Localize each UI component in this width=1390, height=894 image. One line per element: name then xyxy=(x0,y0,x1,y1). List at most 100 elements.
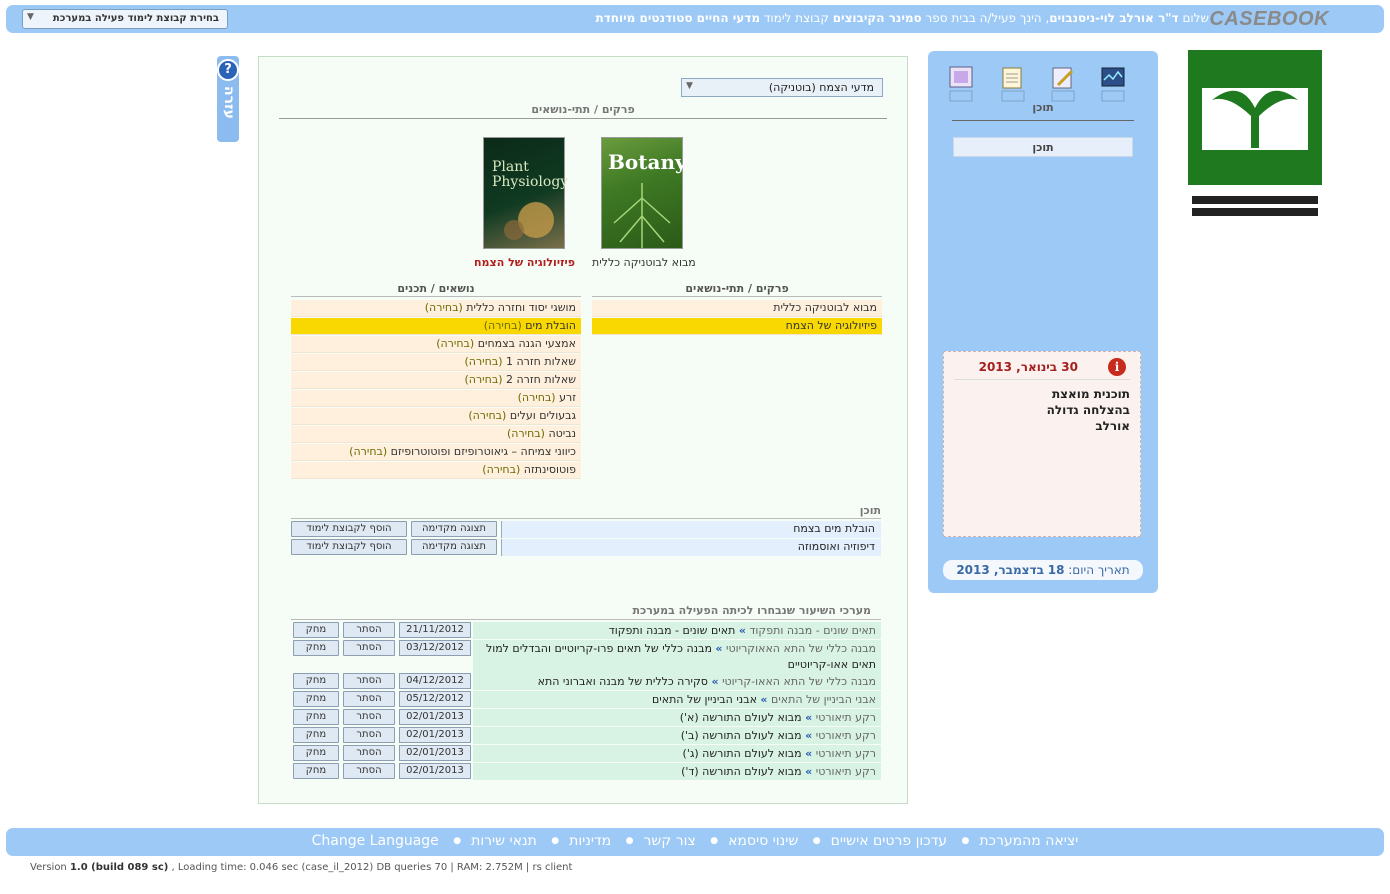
edit-icon[interactable] xyxy=(1050,65,1076,105)
select-link[interactable]: (בחירה) xyxy=(349,445,387,458)
footer-link-contact[interactable]: צור קשר xyxy=(644,833,696,849)
select-link[interactable]: (בחירה) xyxy=(518,391,556,404)
college-logo xyxy=(1180,48,1330,220)
chapter-item-selected[interactable]: פיזיולוגיה של הצמח xyxy=(592,318,882,335)
footer-link-policy[interactable]: מדיניות xyxy=(569,833,611,849)
lesson-row: תאים שונים - מבנה ותפקוד » תאים שונים - … xyxy=(291,622,881,640)
lesson-text[interactable]: רקע תיאורטי » מבוא לעולם התורשה (ג') xyxy=(473,745,881,762)
delete-button[interactable]: מחק xyxy=(293,691,339,707)
help-question-icon[interactable]: ? xyxy=(217,59,239,81)
topic-item[interactable]: פוטוסינתזה (בחירה) xyxy=(291,462,581,479)
hide-button[interactable]: הסתר xyxy=(343,745,395,761)
lesson-text[interactable]: מבנה כללי של התא האאוקריוטי » מבנה כללי … xyxy=(473,640,881,673)
delete-button[interactable]: מחק xyxy=(293,745,339,761)
select-link[interactable]: (בחירה) xyxy=(468,409,506,422)
divider xyxy=(291,518,881,519)
help-tab[interactable]: ? עזרה xyxy=(217,56,239,142)
book-cover-botany[interactable]: Botany xyxy=(601,137,687,249)
notepad-icon[interactable] xyxy=(1000,65,1026,105)
divider xyxy=(592,296,882,297)
bullet-icon: ● xyxy=(551,836,560,846)
topic-item[interactable]: מושגי יסוד וחזרה כללית (בחירה) xyxy=(291,300,581,317)
delete-button[interactable]: מחק xyxy=(293,709,339,725)
lesson-date: 05/12/2012 xyxy=(399,691,471,707)
chapter-item[interactable]: מבוא לבוטניקה כללית xyxy=(592,300,882,317)
topic-item[interactable]: גבעולים ועלים (בחירה) xyxy=(291,408,581,425)
bullet-icon: ● xyxy=(453,836,462,846)
lesson-row: מבנה כללי של התא האאו-קריוטי » סקירה כלל… xyxy=(291,673,881,704)
chevron-down-icon: ▼ xyxy=(27,12,34,22)
content-row: הובלת מים בצמח תצוגה מקדימה הוסף לקבוצת … xyxy=(291,521,881,539)
preview-button[interactable]: תצוגה מקדימה xyxy=(411,521,497,537)
select-link[interactable]: (בחירה) xyxy=(484,319,522,332)
lessons-heading: מערכי השיעור שנבחרו לכיתה הפעילה במערכת xyxy=(632,604,871,617)
lesson-row: רקע תיאורטי » מבוא לעולם התורשה (א') 02/… xyxy=(291,709,881,727)
lesson-date: 03/12/2012 xyxy=(399,640,471,656)
topic-item[interactable]: זרע (בחירה) xyxy=(291,390,581,407)
hide-button[interactable]: הסתר xyxy=(343,673,395,689)
book-caption-botany[interactable]: מבוא לבוטניקה כללית xyxy=(592,256,696,269)
add-to-group-button[interactable]: הוסף לקבוצת לימוד xyxy=(291,539,407,555)
lesson-text[interactable]: רקע תיאורטי » מבוא לעולם התורשה (ד') xyxy=(473,763,881,780)
content-heading: תוכן xyxy=(859,504,881,517)
hide-button[interactable]: הסתר xyxy=(343,622,395,638)
nav-icons xyxy=(948,65,1138,105)
lesson-text[interactable]: רקע תיאורטי » מבוא לעולם התורשה (ב') xyxy=(473,727,881,744)
chart-icon[interactable] xyxy=(1100,65,1126,105)
lesson-text[interactable]: אבני הביניין של התאים » אבני הביניין של … xyxy=(473,691,881,708)
delete-button[interactable]: מחק xyxy=(293,622,339,638)
delete-button[interactable]: מחק xyxy=(293,727,339,743)
select-link[interactable]: (בחירה) xyxy=(465,355,503,368)
lesson-date: 02/01/2013 xyxy=(399,745,471,761)
bullet-icon: ● xyxy=(812,836,821,846)
content-name[interactable]: הובלת מים בצמח xyxy=(501,521,881,538)
delete-button[interactable]: מחק xyxy=(293,673,339,689)
add-to-group-button[interactable]: הוסף לקבוצת לימוד xyxy=(291,521,407,537)
topic-item[interactable]: שאלות חזרה 1 (בחירה) xyxy=(291,354,581,371)
bullet-icon: ● xyxy=(961,836,970,846)
topic-item[interactable]: כיווני צמיחה – גיאוטרופיזם ופוטוטרופיזם … xyxy=(291,444,581,461)
divider xyxy=(291,296,581,297)
footer-link-logout[interactable]: יציאה מהמערכת xyxy=(979,833,1078,849)
footer-bar: יציאה מהמערכת ● עדכון פרטים אישיים ● שינוי… xyxy=(6,828,1384,856)
select-link[interactable]: (בחירה) xyxy=(425,301,463,314)
content-name[interactable]: דיפוזיה ואוסמוזה xyxy=(501,539,881,556)
topic-item[interactable]: אמצעי הגנה בצמחים (בחירה) xyxy=(291,336,581,353)
footer-link-terms[interactable]: תנאי שירות xyxy=(471,833,537,849)
book-caption-plant-physiology[interactable]: פיזיולוגיה של הצמח xyxy=(474,256,575,269)
hide-button[interactable]: הסתר xyxy=(343,709,395,725)
lesson-text[interactable]: תאים שונים - מבנה ותפקוד » תאים שונים - … xyxy=(473,622,881,639)
lesson-row: רקע תיאורטי » מבוא לעולם התורשה (ד') 02/… xyxy=(291,763,881,781)
topic-item-selected[interactable]: הובלת מים (בחירה) xyxy=(291,318,581,335)
nav-tab-content[interactable]: תוכן xyxy=(953,137,1133,157)
greeting-text: שלום ד"ר אורלב לוי-ניסנבוים, הינך פעיל/ה… xyxy=(595,11,1209,25)
select-link[interactable]: (בחירה) xyxy=(465,373,503,386)
help-label[interactable]: עזרה xyxy=(219,86,237,119)
lesson-row: רקע תיאורטי » מבוא לעולם התורשה (ג') 02/… xyxy=(291,745,881,763)
footer-link-change-password[interactable]: שינוי סיסמא xyxy=(728,833,798,849)
lesson-text[interactable]: רקע תיאורטי » מבוא לעולם התורשה (א') xyxy=(473,709,881,726)
news-text: תוכנית מואצת בהצלחה גדולה אורלב xyxy=(1046,387,1130,433)
news-date: 30 בינואר, 2013 xyxy=(978,360,1078,374)
footer-link-change-language[interactable]: Change Language xyxy=(312,833,439,849)
topic-item[interactable]: נביטה (בחירה) xyxy=(291,426,581,443)
hide-button[interactable]: הסתר xyxy=(343,727,395,743)
footer-link-update-details[interactable]: עדכון פרטים אישיים xyxy=(831,833,947,849)
hide-button[interactable]: הסתר xyxy=(343,763,395,779)
subject-select-dropdown[interactable]: מדעי הצמח (בוטניקה) ▼ xyxy=(681,78,883,97)
hide-button[interactable]: הסתר xyxy=(343,691,395,707)
select-link[interactable]: (בחירה) xyxy=(436,337,474,350)
select-link[interactable]: (בחירה) xyxy=(482,463,520,476)
lesson-text[interactable]: מבנה כללי של התא האאו-קריוטי » סקירה כלל… xyxy=(473,673,881,704)
info-icon: i xyxy=(1108,358,1126,376)
delete-button[interactable]: מחק xyxy=(293,763,339,779)
book-cover-plant-physiology[interactable]: Plant Physiology xyxy=(483,137,568,249)
topic-item[interactable]: שאלות חזרה 2 (בחירה) xyxy=(291,372,581,389)
hide-button[interactable]: הסתר xyxy=(343,640,395,656)
group-select-dropdown[interactable]: בחירת קבוצת לימוד פעילה במערכת ▼ xyxy=(22,9,228,29)
select-link[interactable]: (בחירה) xyxy=(507,427,545,440)
delete-button[interactable]: מחק xyxy=(293,640,339,656)
main-content: מדעי הצמח (בוטניקה) ▼ פרקים / תתי-נושאים… xyxy=(258,56,908,804)
preview-button[interactable]: תצוגה מקדימה xyxy=(411,539,497,555)
computer-icon[interactable] xyxy=(948,65,974,105)
